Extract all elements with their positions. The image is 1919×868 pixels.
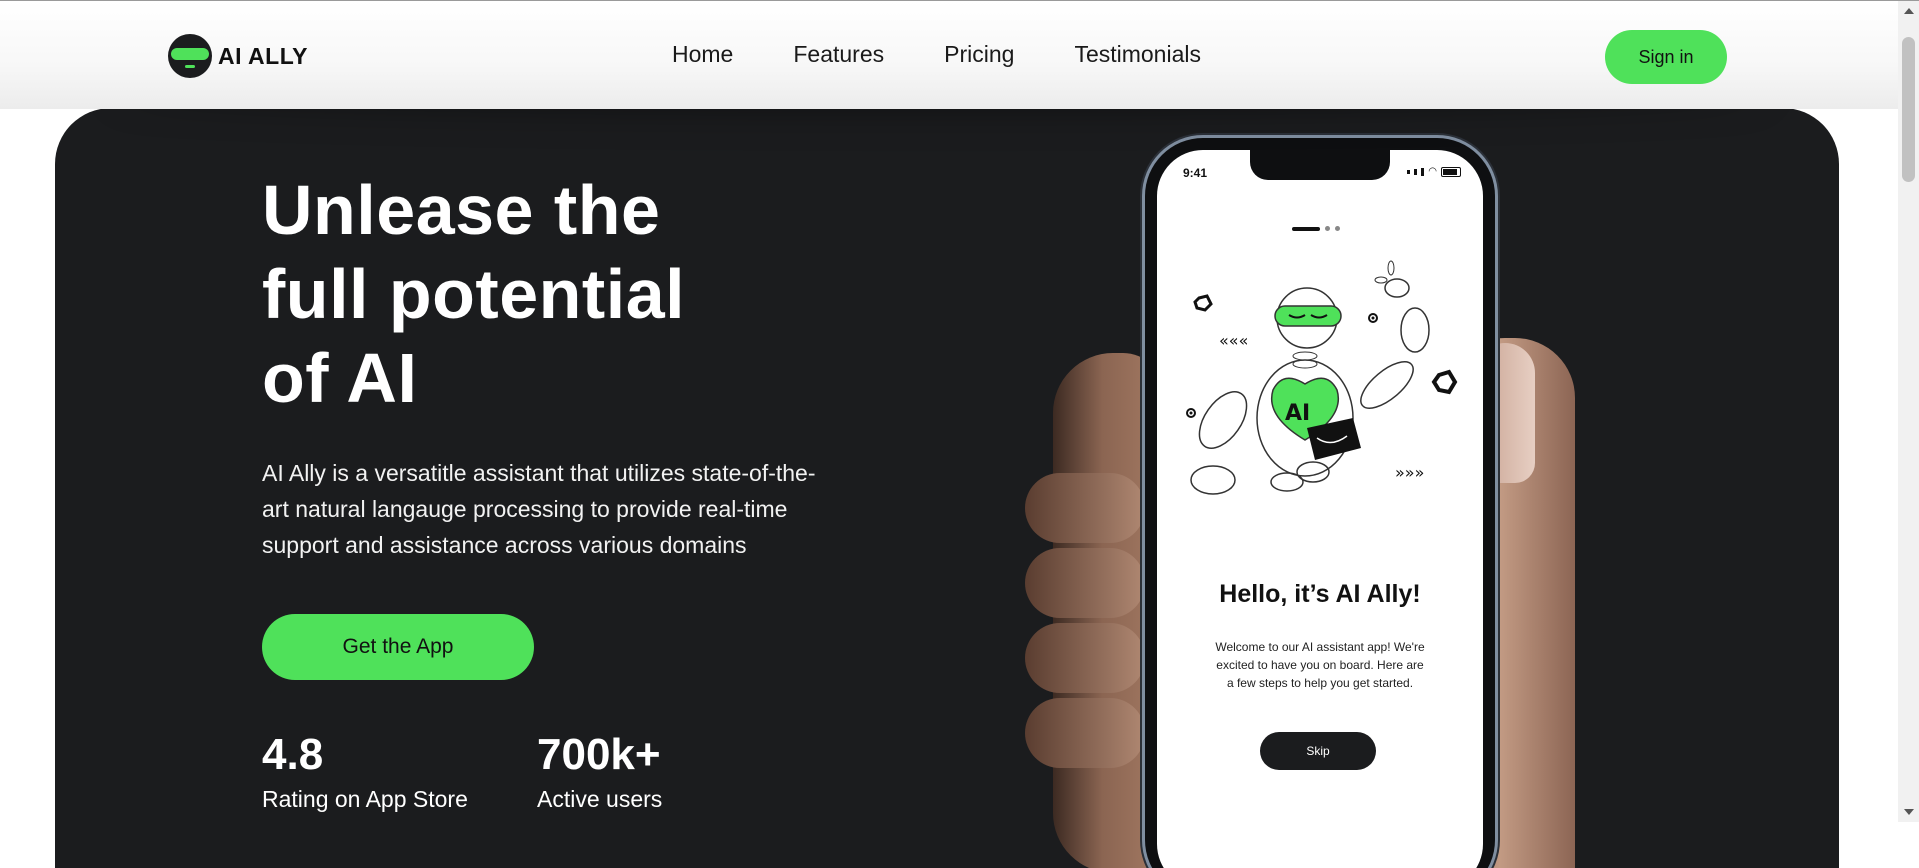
nav-features[interactable]: Features bbox=[793, 41, 884, 68]
finger bbox=[1025, 473, 1145, 543]
svg-text:«««: ««« bbox=[1219, 331, 1248, 350]
phone-welcome-text: Welcome to our AI assistant app! We're e… bbox=[1215, 640, 1425, 690]
phone-notch bbox=[1250, 150, 1390, 180]
skip-button[interactable]: Skip bbox=[1260, 732, 1376, 770]
robot-mascot-icon bbox=[168, 34, 212, 78]
robot-illustration: ««« »»» AI bbox=[1186, 260, 1458, 495]
finger bbox=[1025, 698, 1145, 768]
phone-screen: 9:41 ◠ ««« »»» AI Hello, it’s AI Ally! W… bbox=[1157, 150, 1483, 868]
signal-icon bbox=[1414, 169, 1418, 175]
onboarding-pagination bbox=[1292, 226, 1340, 231]
svg-text:»»»: »»» bbox=[1395, 463, 1424, 482]
phone-in-hand-image: 9:41 ◠ ««« »»» AI Hello, it’s AI Ally! W… bbox=[1005, 138, 1655, 868]
brand-name: AI ALLY bbox=[218, 42, 308, 69]
site-header: AI ALLY Home Features Pricing Testimonia… bbox=[0, 1, 1898, 109]
stat-rating: 4.8 Rating on App Store bbox=[262, 730, 468, 813]
stat-label: Active users bbox=[537, 786, 663, 812]
page-dot bbox=[1292, 226, 1320, 231]
stat-value: 4.8 bbox=[262, 730, 324, 779]
svg-text:AI: AI bbox=[1285, 401, 1310, 426]
hero-description: AI Ally is a versatitle assistant that u… bbox=[262, 460, 816, 558]
scroll-up-arrow-icon[interactable] bbox=[1904, 8, 1914, 14]
scrollbar-thumb[interactable] bbox=[1902, 37, 1915, 182]
get-the-app-button[interactable]: Get the App bbox=[262, 614, 534, 680]
vertical-scrollbar[interactable] bbox=[1898, 1, 1919, 822]
gear-icon bbox=[1431, 369, 1458, 395]
hero-title-line: of AI bbox=[262, 339, 418, 417]
page-dot bbox=[1325, 226, 1330, 231]
stat-label: Rating on App Store bbox=[262, 786, 468, 812]
hero-title: Unlease the full potential of AI bbox=[262, 168, 822, 420]
finger bbox=[1025, 623, 1145, 693]
status-icons: ◠ bbox=[1407, 167, 1461, 177]
wifi-icon: ◠ bbox=[1428, 166, 1437, 177]
main-nav: Home Features Pricing Testimonials bbox=[672, 41, 1201, 68]
signal-icon bbox=[1421, 168, 1425, 176]
hero-section: Unlease the full potential of AI AI Ally… bbox=[55, 108, 1839, 868]
stat-users: 700k+ Active users bbox=[537, 730, 662, 813]
gear-icon bbox=[1193, 294, 1213, 312]
nav-testimonials[interactable]: Testimonials bbox=[1074, 41, 1201, 68]
nav-pricing[interactable]: Pricing bbox=[944, 41, 1014, 68]
scroll-down-arrow-icon[interactable] bbox=[1904, 809, 1914, 815]
hero-title-line: Unlease the bbox=[262, 171, 661, 249]
sign-in-button[interactable]: Sign in bbox=[1605, 30, 1727, 84]
phone-greeting-title: Hello, it’s AI Ally! bbox=[1219, 580, 1421, 608]
finger bbox=[1025, 548, 1145, 618]
signal-icon bbox=[1407, 170, 1411, 174]
page-dot bbox=[1335, 226, 1340, 231]
nav-home[interactable]: Home bbox=[672, 41, 733, 68]
battery-icon bbox=[1441, 167, 1461, 177]
hero-title-line: full potential bbox=[262, 255, 686, 333]
brand-logo[interactable]: AI ALLY bbox=[168, 34, 308, 78]
phone-mockup: 9:41 ◠ ««« »»» AI Hello, it’s AI Ally! W… bbox=[1145, 138, 1495, 868]
phone-time: 9:41 bbox=[1183, 166, 1208, 180]
stat-value: 700k+ bbox=[537, 730, 661, 779]
